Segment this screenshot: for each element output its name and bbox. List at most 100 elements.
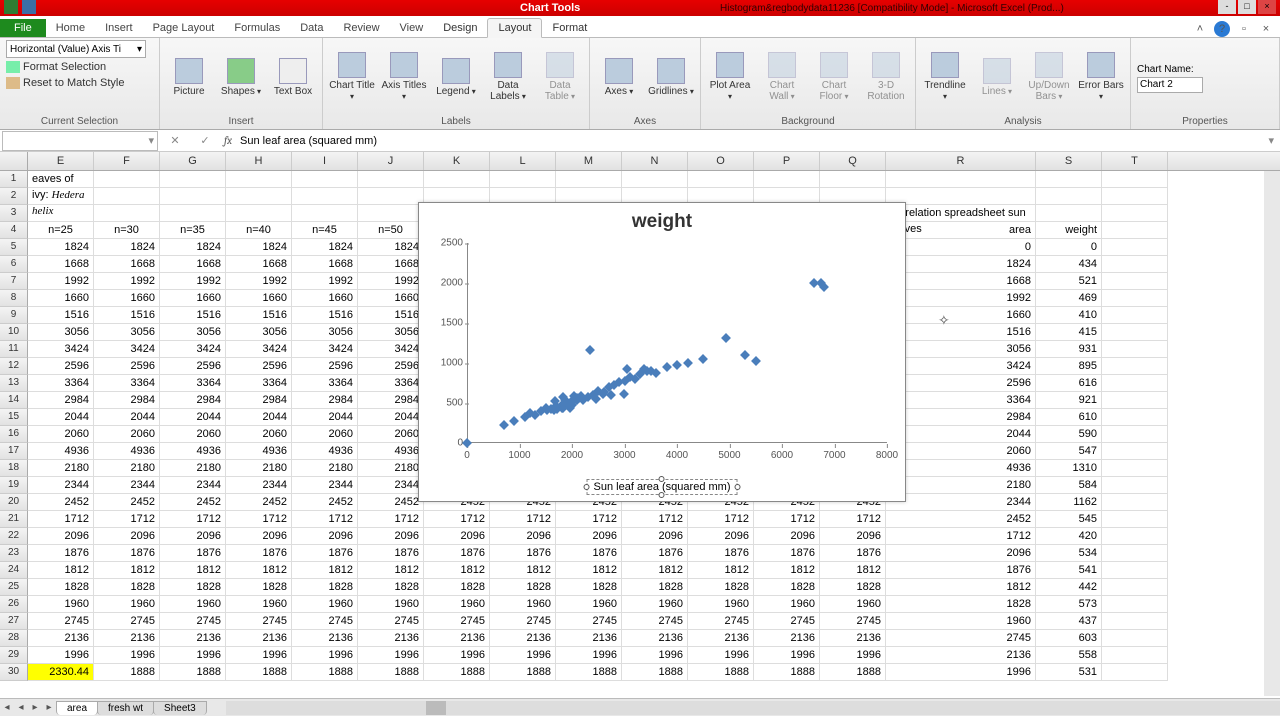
horizontal-scrollbar[interactable] xyxy=(226,701,1280,715)
cell[interactable]: 1668 xyxy=(94,256,160,273)
row-header[interactable]: 21 xyxy=(0,511,28,528)
cell[interactable]: 3424 xyxy=(94,341,160,358)
data-marker[interactable] xyxy=(721,333,731,343)
column-header[interactable]: Q xyxy=(820,152,886,170)
row-header[interactable]: 7 xyxy=(0,273,28,290)
cell[interactable] xyxy=(358,188,424,205)
cell[interactable]: 2452 xyxy=(226,494,292,511)
cell[interactable]: 1996 xyxy=(622,647,688,664)
cell[interactable]: 1992 xyxy=(94,273,160,290)
cell[interactable]: 2180 xyxy=(160,460,226,477)
sheet-tab[interactable]: Sheet3 xyxy=(153,701,207,715)
cell[interactable]: 3364 xyxy=(226,375,292,392)
cell[interactable]: 3364 xyxy=(160,375,226,392)
cell[interactable]: 2180 xyxy=(94,460,160,477)
cell[interactable]: 1828 xyxy=(820,579,886,596)
cell[interactable]: 1876 xyxy=(688,545,754,562)
cell[interactable] xyxy=(1102,392,1168,409)
cell[interactable]: 1960 xyxy=(886,613,1036,630)
cell[interactable]: 3056 xyxy=(94,324,160,341)
cell[interactable]: 1824 xyxy=(28,239,94,256)
cell[interactable]: 1712 xyxy=(292,511,358,528)
chart-element-selector[interactable]: Horizontal (Value) Axis Ti▾ xyxy=(6,40,146,58)
cell[interactable]: 2136 xyxy=(28,630,94,647)
cell[interactable]: 2180 xyxy=(28,460,94,477)
cell[interactable]: 1996 xyxy=(94,647,160,664)
cell[interactable]: 415 xyxy=(1036,324,1102,341)
row-header[interactable]: 13 xyxy=(0,375,28,392)
cell[interactable]: 1876 xyxy=(424,545,490,562)
cell[interactable]: 2984 xyxy=(94,392,160,409)
cell[interactable]: 931 xyxy=(1036,341,1102,358)
cell[interactable]: n=40 xyxy=(226,222,292,239)
cell[interactable]: 1828 xyxy=(754,579,820,596)
cell[interactable]: 1876 xyxy=(28,545,94,562)
format-selection-button[interactable]: Format Selection xyxy=(6,60,106,74)
cell[interactable]: 1812 xyxy=(226,562,292,579)
cell[interactable]: 2596 xyxy=(226,358,292,375)
cell[interactable]: 2745 xyxy=(94,613,160,630)
tab-layout[interactable]: Layout xyxy=(487,18,542,38)
cell[interactable]: 1996 xyxy=(490,647,556,664)
cell[interactable]: 3056 xyxy=(292,324,358,341)
cell[interactable] xyxy=(1102,273,1168,290)
column-header[interactable]: M xyxy=(556,152,622,170)
chart-floor-button[interactable]: Chart Floor xyxy=(811,52,857,102)
minimize-button[interactable]: - xyxy=(1218,0,1236,14)
cell[interactable]: n=35 xyxy=(160,222,226,239)
column-header[interactable]: J xyxy=(358,152,424,170)
cell[interactable]: area xyxy=(886,222,1036,239)
cell[interactable]: 420 xyxy=(1036,528,1102,545)
cell[interactable]: 610 xyxy=(1036,409,1102,426)
cell[interactable] xyxy=(160,171,226,188)
cell[interactable]: 534 xyxy=(1036,545,1102,562)
cell[interactable] xyxy=(1102,460,1168,477)
column-header[interactable]: I xyxy=(292,152,358,170)
cell[interactable]: 2745 xyxy=(820,613,886,630)
chart-wall-button[interactable]: Chart Wall xyxy=(759,52,805,102)
cell[interactable]: 1888 xyxy=(754,664,820,681)
cell[interactable]: 0 xyxy=(1036,239,1102,256)
cell[interactable]: 0 xyxy=(886,239,1036,256)
cell[interactable]: 545 xyxy=(1036,511,1102,528)
cell[interactable]: 1828 xyxy=(160,579,226,596)
cell[interactable]: 1992 xyxy=(886,290,1036,307)
plot-area[interactable]: 0500100015002000250001000200030004000500… xyxy=(467,243,887,443)
cell[interactable]: 1996 xyxy=(28,647,94,664)
cell[interactable] xyxy=(226,171,292,188)
cell[interactable]: 2745 xyxy=(292,613,358,630)
cell[interactable]: 2745 xyxy=(622,613,688,630)
cell[interactable]: 2096 xyxy=(94,528,160,545)
cell[interactable]: 2452 xyxy=(358,494,424,511)
data-marker[interactable] xyxy=(462,438,472,448)
cell[interactable]: 2344 xyxy=(160,477,226,494)
cell[interactable]: 1828 xyxy=(886,596,1036,613)
cell[interactable]: 1712 xyxy=(94,511,160,528)
tab-nav-prev[interactable]: ◂ xyxy=(14,702,28,713)
plot-area-button[interactable]: Plot Area xyxy=(707,52,753,102)
cell[interactable]: 2596 xyxy=(94,358,160,375)
cell[interactable]: 2452 xyxy=(886,511,1036,528)
cell[interactable]: 2136 xyxy=(820,630,886,647)
cell[interactable]: 2096 xyxy=(820,528,886,545)
window-close-icon[interactable]: × xyxy=(1258,21,1274,37)
cell[interactable] xyxy=(1102,630,1168,647)
cell[interactable]: 1812 xyxy=(424,562,490,579)
data-marker[interactable] xyxy=(672,360,682,370)
data-marker[interactable] xyxy=(819,282,829,292)
cell[interactable] xyxy=(556,171,622,188)
cell[interactable]: 437 xyxy=(1036,613,1102,630)
cell[interactable] xyxy=(886,171,1036,188)
cell[interactable]: 2096 xyxy=(292,528,358,545)
cell[interactable]: 2745 xyxy=(358,613,424,630)
cell[interactable]: 1876 xyxy=(94,545,160,562)
rotation-button[interactable]: 3-D Rotation xyxy=(863,52,909,102)
cell[interactable]: 2984 xyxy=(160,392,226,409)
cell[interactable]: 3056 xyxy=(226,324,292,341)
data-marker[interactable] xyxy=(585,345,595,355)
cell[interactable] xyxy=(1102,239,1168,256)
cell[interactable] xyxy=(28,188,94,205)
cell[interactable]: 1888 xyxy=(226,664,292,681)
cell[interactable]: 2044 xyxy=(160,409,226,426)
cell[interactable]: 1712 xyxy=(424,511,490,528)
